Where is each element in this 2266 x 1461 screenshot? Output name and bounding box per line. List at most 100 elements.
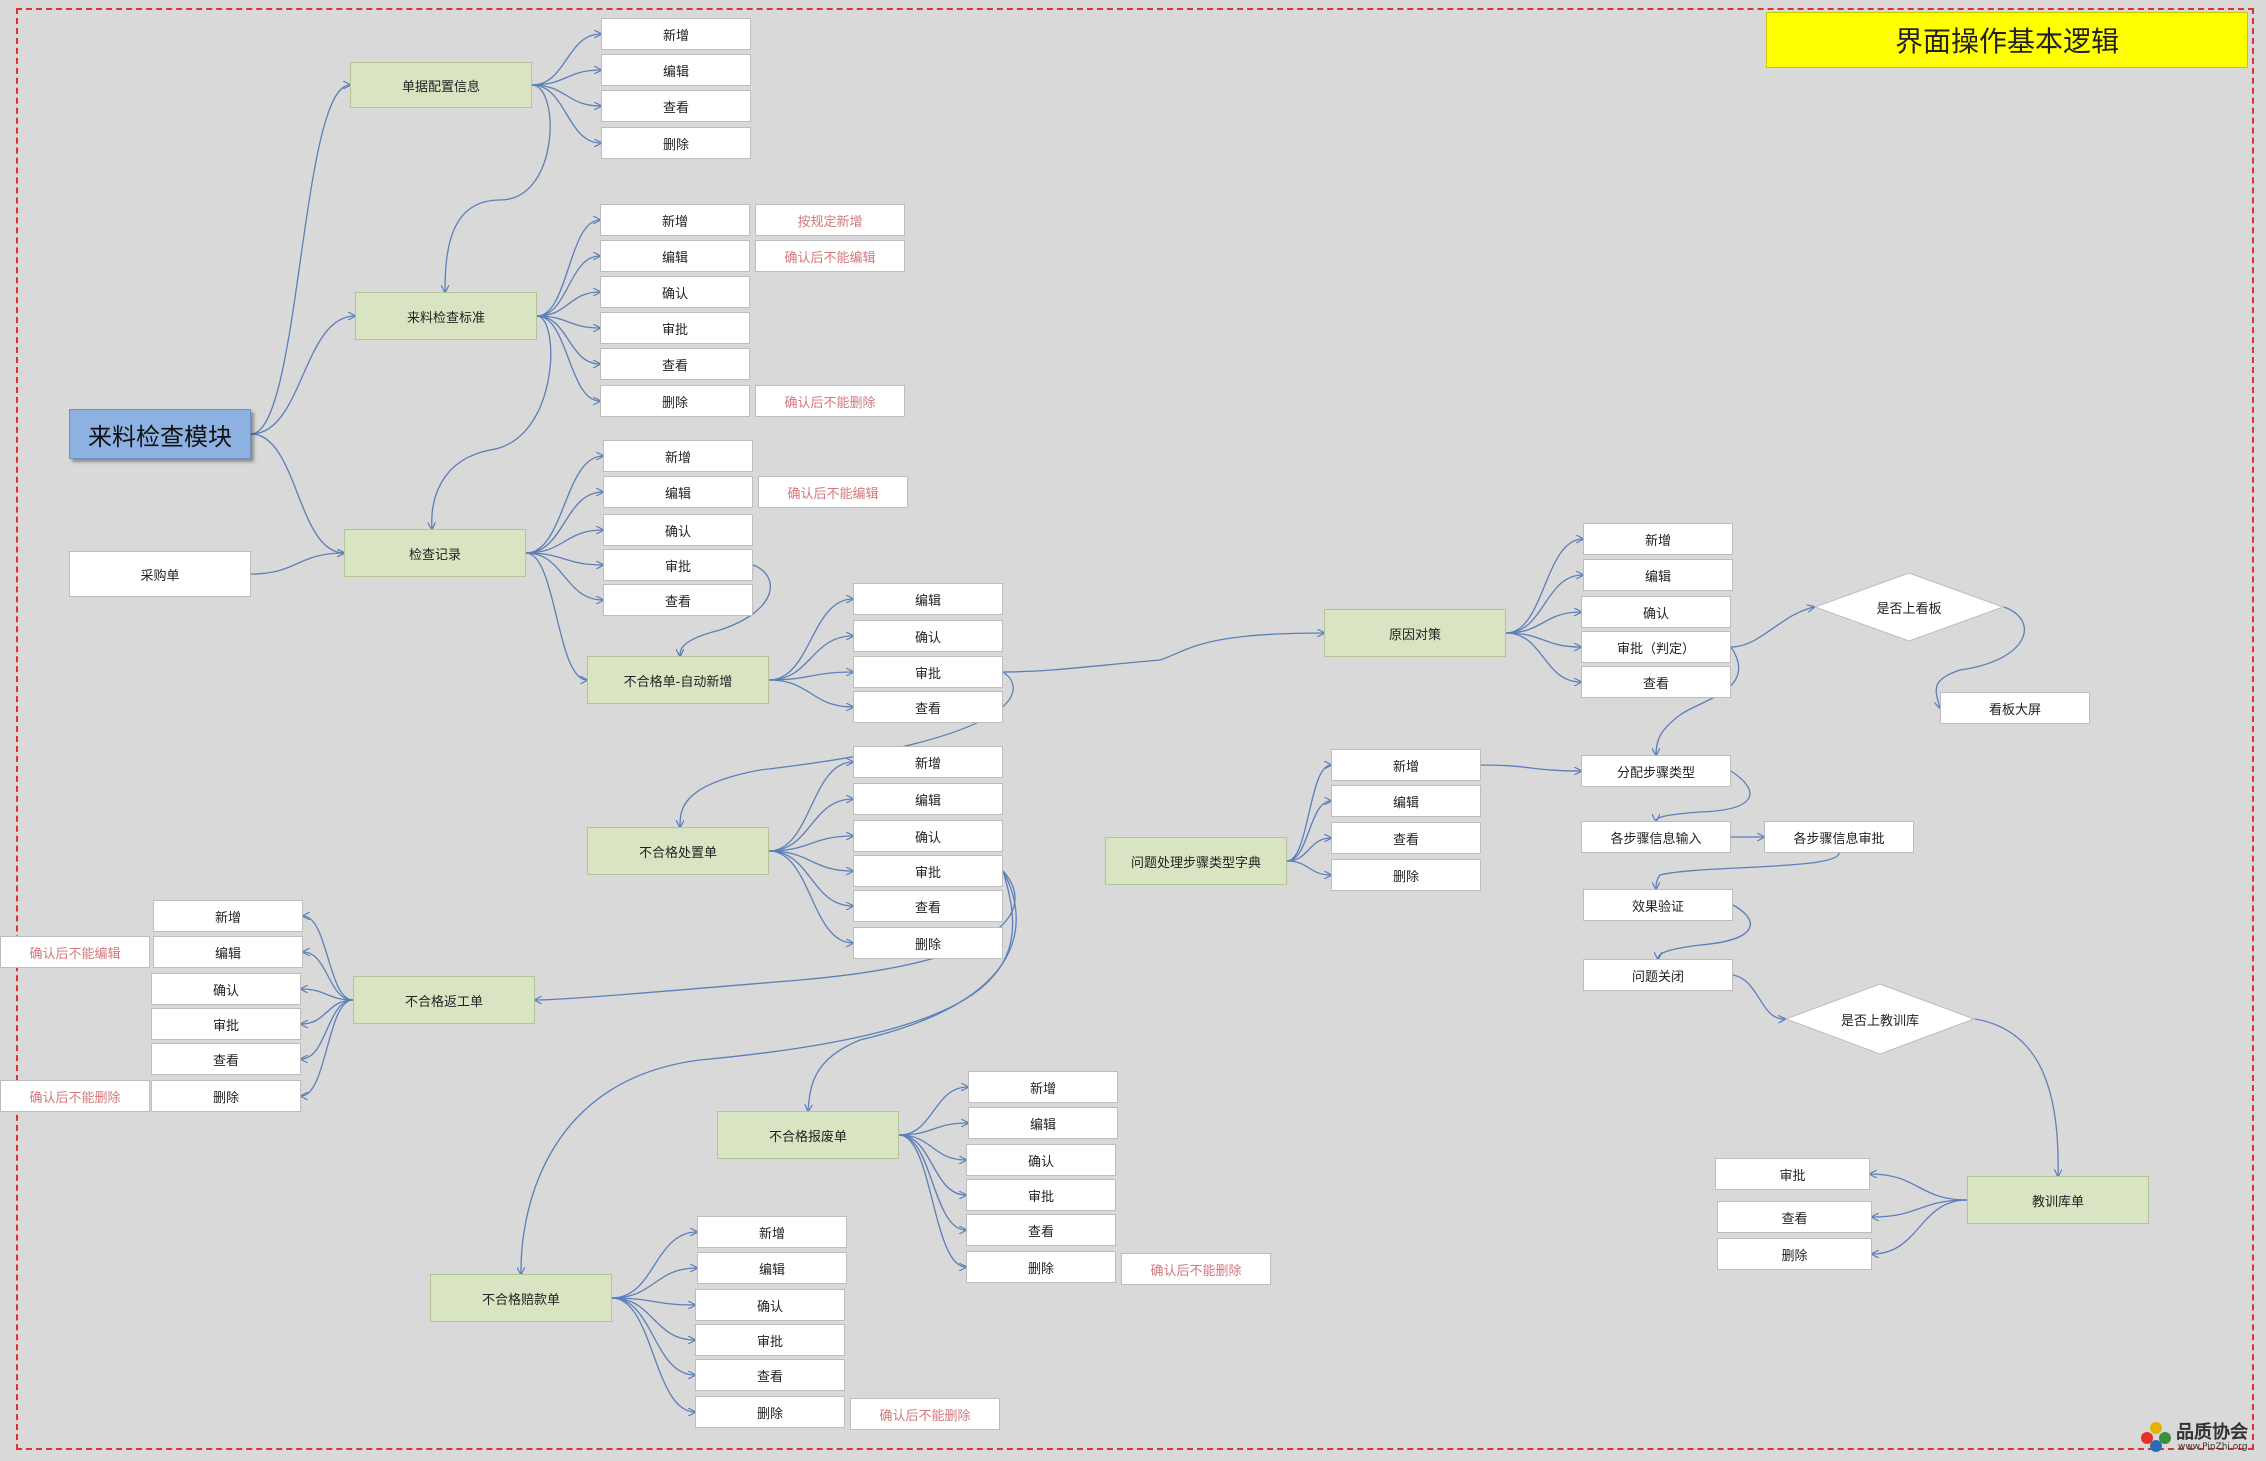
flower-icon <box>2141 1422 2171 1452</box>
connector <box>250 316 355 435</box>
connector <box>1286 765 1331 862</box>
disposal-approve-button[interactable]: 审批 <box>853 855 1003 887</box>
ncr-auto-approve-button[interactable]: 审批 <box>853 656 1003 688</box>
dict-view-button[interactable]: 查看 <box>1331 822 1481 854</box>
standard-add-button[interactable]: 新增 <box>600 204 750 236</box>
connector <box>525 456 603 554</box>
step-info-approve-node[interactable]: 各步骤信息审批 <box>1764 821 1914 853</box>
note-record-no-edit: 确认后不能编辑 <box>758 476 908 508</box>
scrap-confirm-button[interactable]: 确认 <box>966 1144 1116 1176</box>
cause-approve-judge-button[interactable]: 审批（判定） <box>1581 631 1731 663</box>
ncr-auto-edit-button[interactable]: 编辑 <box>853 583 1003 615</box>
ncr-auto-view-button[interactable]: 查看 <box>853 691 1003 723</box>
step-info-input-node[interactable]: 各步骤信息输入 <box>1581 821 1731 853</box>
connector <box>531 84 601 143</box>
rework-add-button[interactable]: 新增 <box>153 900 303 932</box>
connector <box>768 599 853 681</box>
connector <box>303 916 354 1001</box>
module-doc-config[interactable]: 单据配置信息 <box>350 62 532 108</box>
lessons-approve-button[interactable]: 审批 <box>1715 1158 1870 1190</box>
record-approve-button[interactable]: 审批 <box>603 549 753 581</box>
dict-add-button[interactable]: 新增 <box>1331 749 1481 781</box>
record-add-button[interactable]: 新增 <box>603 440 753 472</box>
connector <box>1730 607 1814 648</box>
rework-delete-button[interactable]: 删除 <box>151 1080 301 1112</box>
rework-confirm-button[interactable]: 确认 <box>151 973 301 1005</box>
effect-verify-node[interactable]: 效果验证 <box>1583 889 1733 921</box>
claim-confirm-button[interactable]: 确认 <box>695 1289 845 1321</box>
kanban-screen-node[interactable]: 看板大屏 <box>1940 692 2090 724</box>
cause-add-button[interactable]: 新增 <box>1583 523 1733 555</box>
rework-edit-button[interactable]: 编辑 <box>153 936 303 968</box>
module-ncr-rework[interactable]: 不合格返工单 <box>353 976 535 1024</box>
module-inspection-record[interactable]: 检查记录 <box>344 529 526 577</box>
disposal-view-button[interactable]: 查看 <box>853 890 1003 922</box>
root-node-incoming-inspection[interactable]: 来料检查模块 <box>69 409 251 459</box>
record-confirm-button[interactable]: 确认 <box>603 514 753 546</box>
lessons-view-button[interactable]: 查看 <box>1717 1201 1872 1233</box>
standard-view-button[interactable]: 查看 <box>600 348 750 380</box>
dict-delete-button[interactable]: 删除 <box>1331 859 1481 891</box>
claim-edit-button[interactable]: 编辑 <box>697 1252 847 1284</box>
scrap-view-button[interactable]: 查看 <box>966 1214 1116 1246</box>
rework-view-button[interactable]: 查看 <box>151 1043 301 1075</box>
watermark-logo: 品质协会 www.PinZhi.org <box>2138 1416 2258 1456</box>
lessons-delete-button[interactable]: 删除 <box>1717 1238 1872 1270</box>
disposal-edit-button[interactable]: 编辑 <box>853 783 1003 815</box>
module-step-type-dict[interactable]: 问题处理步骤类型字典 <box>1105 837 1287 885</box>
connector <box>1656 852 1840 889</box>
claim-add-button[interactable]: 新增 <box>697 1216 847 1248</box>
module-ncr-scrap[interactable]: 不合格报废单 <box>717 1111 899 1159</box>
disposal-delete-button[interactable]: 删除 <box>853 927 1003 959</box>
module-lessons-lib[interactable]: 教训库单 <box>1967 1176 2149 1224</box>
cause-view-button[interactable]: 查看 <box>1581 666 1731 698</box>
connector <box>1656 646 1740 755</box>
record-view-button[interactable]: 查看 <box>603 584 753 616</box>
standard-delete-button[interactable]: 删除 <box>600 385 750 417</box>
assign-step-type-node[interactable]: 分配步骤类型 <box>1581 755 1731 787</box>
connector <box>611 1297 695 1375</box>
disposal-confirm-button[interactable]: 确认 <box>853 820 1003 852</box>
connector <box>536 220 600 317</box>
standard-confirm-button[interactable]: 确认 <box>600 276 750 308</box>
scrap-approve-button[interactable]: 审批 <box>966 1179 1116 1211</box>
cause-edit-button[interactable]: 编辑 <box>1583 559 1733 591</box>
standard-edit-button[interactable]: 编辑 <box>600 240 750 272</box>
connector <box>1732 974 1785 1019</box>
connector <box>1505 539 1583 634</box>
connector <box>445 84 551 292</box>
rework-approve-button[interactable]: 审批 <box>151 1008 301 1040</box>
doc-config-edit-button[interactable]: 编辑 <box>601 54 751 86</box>
module-ncr-claim[interactable]: 不合格赔款单 <box>430 1274 612 1322</box>
decision-on-lessons-label: 是否上教训库 <box>1840 1013 1919 1029</box>
scrap-add-button[interactable]: 新增 <box>968 1071 1118 1103</box>
connector <box>1286 801 1331 862</box>
note-rework-no-delete: 确认后不能删除 <box>0 1080 150 1112</box>
scrap-delete-button[interactable]: 删除 <box>966 1251 1116 1283</box>
connector <box>301 999 354 1096</box>
scrap-edit-button[interactable]: 编辑 <box>968 1107 1118 1139</box>
ncr-auto-confirm-button[interactable]: 确认 <box>853 620 1003 652</box>
module-inspection-standard[interactable]: 来料检查标准 <box>355 292 537 340</box>
connector <box>898 1134 966 1230</box>
record-edit-button[interactable]: 编辑 <box>603 476 753 508</box>
purchase-order-node[interactable]: 采购单 <box>69 551 251 597</box>
module-root-cause[interactable]: 原因对策 <box>1324 609 1506 657</box>
dict-edit-button[interactable]: 编辑 <box>1331 785 1481 817</box>
claim-view-button[interactable]: 查看 <box>695 1359 845 1391</box>
module-ncr-auto[interactable]: 不合格单-自动新增 <box>587 656 769 704</box>
issue-close-node[interactable]: 问题关闭 <box>1583 959 1733 991</box>
cause-confirm-button[interactable]: 确认 <box>1581 596 1731 628</box>
claim-approve-button[interactable]: 审批 <box>695 1324 845 1356</box>
module-ncr-disposal[interactable]: 不合格处置单 <box>587 827 769 875</box>
doc-config-add-button[interactable]: 新增 <box>601 18 751 50</box>
diagram-title: 界面操作基本逻辑 <box>1766 12 2248 68</box>
disposal-add-button[interactable]: 新增 <box>853 746 1003 778</box>
connector <box>1002 633 1324 673</box>
standard-approve-button[interactable]: 审批 <box>600 312 750 344</box>
connector <box>611 1268 697 1299</box>
doc-config-view-button[interactable]: 查看 <box>601 90 751 122</box>
doc-config-delete-button[interactable]: 删除 <box>601 127 751 159</box>
connector <box>250 433 344 553</box>
claim-delete-button[interactable]: 删除 <box>695 1396 845 1428</box>
